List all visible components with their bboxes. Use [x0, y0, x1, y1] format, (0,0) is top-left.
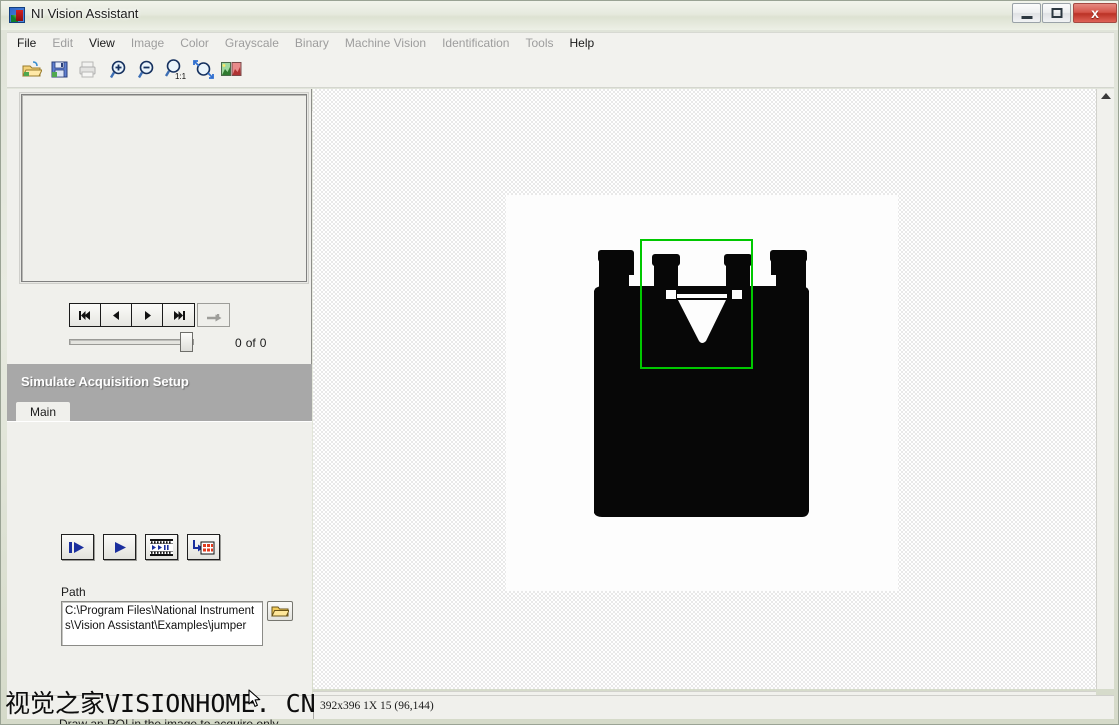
zoom-out-icon[interactable] — [134, 56, 160, 82]
open-image-icon[interactable] — [18, 56, 44, 82]
zoom-1to1-icon[interactable]: 1:1 — [162, 56, 188, 82]
menu-tools[interactable]: Tools — [517, 34, 561, 52]
image-palette-icon[interactable] — [218, 56, 244, 82]
menu-binary[interactable]: Binary — [287, 34, 337, 52]
menu-help[interactable]: Help — [562, 34, 603, 52]
nav-loop-button[interactable] — [197, 303, 230, 327]
scroll-up-icon[interactable] — [1101, 93, 1111, 99]
jumper-image — [506, 195, 898, 591]
nav-first-button[interactable] — [70, 304, 101, 326]
menu-machine-vision[interactable]: Machine Vision — [337, 34, 434, 52]
title-bar: NI Vision Assistant x — [1, 1, 1119, 30]
frame-total: 0 — [260, 336, 267, 350]
minimize-button[interactable] — [1012, 3, 1041, 23]
menu-edit[interactable]: Edit — [44, 34, 81, 52]
path-input[interactable]: C:\Program Files\National Instruments\Vi… — [61, 601, 263, 646]
menu-grayscale[interactable]: Grayscale — [217, 34, 287, 52]
frame-current: 0 — [235, 336, 242, 350]
nav-last-button[interactable] — [163, 304, 194, 326]
image-workspace[interactable] — [313, 89, 1096, 689]
window-title: NI Vision Assistant — [31, 6, 138, 21]
status-text: 392x396 1X 15 (96,144) — [320, 700, 434, 712]
menu-color[interactable]: Color — [172, 34, 217, 52]
menu-identification[interactable]: Identification — [434, 34, 517, 52]
maximize-icon — [1051, 8, 1062, 18]
acquire-sequence-icon[interactable] — [145, 534, 178, 560]
nav-previous-button[interactable] — [101, 304, 132, 326]
menu-bar: File Edit View Image Color Grayscale Bin… — [7, 32, 1114, 52]
zoom-in-icon[interactable] — [106, 56, 132, 82]
image-preview-area[interactable] — [21, 94, 307, 282]
watermark-text: 视觉之家VISIONHOME. CN — [5, 688, 316, 720]
section-header: Simulate Acquisition Setup — [7, 364, 312, 399]
tab-main[interactable]: Main — [15, 401, 71, 421]
left-panel: 0 of 0 Simulate Acquisition Setup Main — [7, 89, 312, 695]
store-image-icon[interactable] — [187, 534, 220, 560]
close-window-button[interactable]: x — [1073, 3, 1117, 23]
image-canvas[interactable] — [506, 195, 898, 591]
minimize-icon — [1021, 16, 1032, 19]
menu-file[interactable]: File — [7, 34, 44, 52]
zoom-fit-icon[interactable] — [190, 56, 216, 82]
application-window: NI Vision Assistant x File Edit View Ima… — [0, 0, 1119, 725]
preview-frame — [19, 92, 309, 284]
folder-open-icon[interactable] — [267, 601, 293, 621]
maximize-button[interactable] — [1042, 3, 1071, 23]
acquire-single-icon[interactable] — [61, 534, 94, 560]
frame-counter: 0 of 0 — [235, 336, 266, 350]
menu-view[interactable]: View — [81, 34, 123, 52]
app-icon — [9, 7, 25, 23]
nav-next-button[interactable] — [132, 304, 163, 326]
frame-navigation-buttons — [69, 303, 195, 327]
close-icon: x — [1091, 6, 1099, 20]
svg-text:1:1: 1:1 — [175, 72, 187, 81]
toolbar: 1:1 — [7, 52, 1114, 88]
path-label: Path — [61, 585, 86, 599]
print-image-icon — [74, 56, 100, 82]
panel-body: Path C:\Program Files\National Instrumen… — [7, 421, 312, 695]
frame-of-label: of — [246, 336, 256, 350]
frame-slider-thumb[interactable] — [180, 332, 193, 352]
menu-image[interactable]: Image — [123, 34, 172, 52]
panel-tab-strip: Main — [7, 399, 312, 421]
acquisition-action-buttons — [61, 534, 220, 560]
frame-slider-track[interactable] — [69, 339, 194, 345]
vertical-scrollbar[interactable] — [1096, 89, 1114, 689]
save-image-icon[interactable] — [46, 56, 72, 82]
section-title: Simulate Acquisition Setup — [21, 374, 189, 389]
acquire-continuous-icon[interactable] — [103, 534, 136, 560]
